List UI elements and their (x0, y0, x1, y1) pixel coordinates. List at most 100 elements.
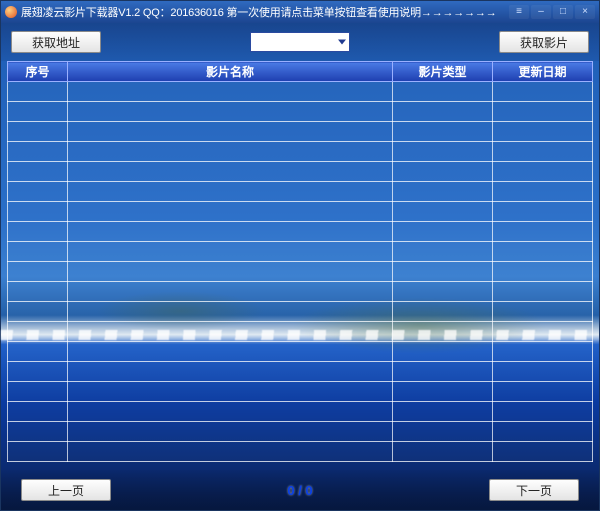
table-row[interactable] (8, 342, 593, 362)
table-cell (493, 182, 593, 202)
table-cell (68, 262, 393, 282)
table-cell (8, 322, 68, 342)
table-cell (68, 442, 393, 462)
table-cell (393, 322, 493, 342)
chevron-down-icon (338, 40, 346, 45)
table-cell (493, 322, 593, 342)
minimize-button[interactable]: – (531, 5, 551, 19)
table-cell (8, 122, 68, 142)
table-cell (8, 442, 68, 462)
table-cell (493, 442, 593, 462)
title-text: 展翅凌云影片下载器V1.2 QQ：201636016 第一次使用请点击菜单按钮查… (21, 4, 505, 20)
table-cell (68, 382, 393, 402)
col-header-type[interactable]: 影片类型 (393, 62, 493, 82)
table-cell (68, 422, 393, 442)
table-cell (493, 82, 593, 102)
table-row[interactable] (8, 82, 593, 102)
table-cell (8, 102, 68, 122)
table-cell (493, 162, 593, 182)
table-cell (68, 142, 393, 162)
table-row[interactable] (8, 162, 593, 182)
table-cell (393, 202, 493, 222)
col-header-date[interactable]: 更新日期 (493, 62, 593, 82)
content-area: 获取地址 获取影片 序号 影片名称 影片类型 更新日期 (1, 23, 599, 510)
maximize-button[interactable]: □ (553, 5, 573, 19)
table-cell (493, 302, 593, 322)
table-row[interactable] (8, 422, 593, 442)
close-button[interactable]: × (575, 5, 595, 19)
table-cell (8, 262, 68, 282)
table-cell (68, 402, 393, 422)
table-container: 序号 影片名称 影片类型 更新日期 (7, 61, 593, 470)
footer: 上一页 0 / 0 下一页 (1, 470, 599, 510)
table-cell (68, 242, 393, 262)
table-cell (393, 422, 493, 442)
table-cell (393, 122, 493, 142)
toolbar: 获取地址 获取影片 (1, 23, 599, 61)
get-address-button[interactable]: 获取地址 (11, 31, 101, 53)
table-cell (393, 262, 493, 282)
table-cell (393, 342, 493, 362)
table-cell (68, 162, 393, 182)
table-row[interactable] (8, 382, 593, 402)
table-cell (393, 402, 493, 422)
menu-button[interactable]: ≡ (509, 5, 529, 19)
category-combobox[interactable] (250, 32, 350, 52)
table-cell (68, 122, 393, 142)
table-row[interactable] (8, 442, 593, 462)
titlebar[interactable]: 展翅凌云影片下载器V1.2 QQ：201636016 第一次使用请点击菜单按钮查… (1, 1, 599, 23)
table-cell (493, 222, 593, 242)
table-cell (8, 142, 68, 162)
get-movie-button[interactable]: 获取影片 (499, 31, 589, 53)
table-row[interactable] (8, 202, 593, 222)
app-window: 展翅凌云影片下载器V1.2 QQ：201636016 第一次使用请点击菜单按钮查… (0, 0, 600, 511)
table-cell (68, 102, 393, 122)
prev-page-button[interactable]: 上一页 (21, 479, 111, 501)
table-row[interactable] (8, 222, 593, 242)
table-row[interactable] (8, 402, 593, 422)
table-cell (68, 202, 393, 222)
table-row[interactable] (8, 102, 593, 122)
table-cell (68, 322, 393, 342)
table-cell (393, 362, 493, 382)
table-cell (8, 382, 68, 402)
table-cell (393, 302, 493, 322)
table-cell (8, 162, 68, 182)
table-row[interactable] (8, 322, 593, 342)
table-row[interactable] (8, 122, 593, 142)
table-cell (8, 342, 68, 362)
table-row[interactable] (8, 182, 593, 202)
col-header-name[interactable]: 影片名称 (68, 62, 393, 82)
movie-table: 序号 影片名称 影片类型 更新日期 (7, 61, 593, 462)
window-controls: ≡ – □ × (509, 5, 595, 19)
page-indicator: 0 / 0 (287, 483, 312, 498)
table-cell (8, 242, 68, 262)
table-cell (393, 222, 493, 242)
table-cell (393, 442, 493, 462)
next-page-button[interactable]: 下一页 (489, 479, 579, 501)
table-cell (8, 82, 68, 102)
table-cell (493, 262, 593, 282)
table-cell (393, 182, 493, 202)
table-cell (8, 362, 68, 382)
table-row[interactable] (8, 362, 593, 382)
table-cell (68, 222, 393, 242)
table-cell (493, 402, 593, 422)
table-cell (393, 382, 493, 402)
table-cell (8, 402, 68, 422)
table-cell (493, 202, 593, 222)
table-row[interactable] (8, 302, 593, 322)
table-header-row: 序号 影片名称 影片类型 更新日期 (8, 62, 593, 82)
table-cell (68, 82, 393, 102)
table-row[interactable] (8, 142, 593, 162)
table-cell (8, 422, 68, 442)
table-row[interactable] (8, 242, 593, 262)
table-row[interactable] (8, 282, 593, 302)
table-row[interactable] (8, 262, 593, 282)
table-cell (68, 342, 393, 362)
table-cell (393, 102, 493, 122)
table-cell (493, 122, 593, 142)
col-header-index[interactable]: 序号 (8, 62, 68, 82)
table-cell (8, 222, 68, 242)
table-cell (393, 162, 493, 182)
